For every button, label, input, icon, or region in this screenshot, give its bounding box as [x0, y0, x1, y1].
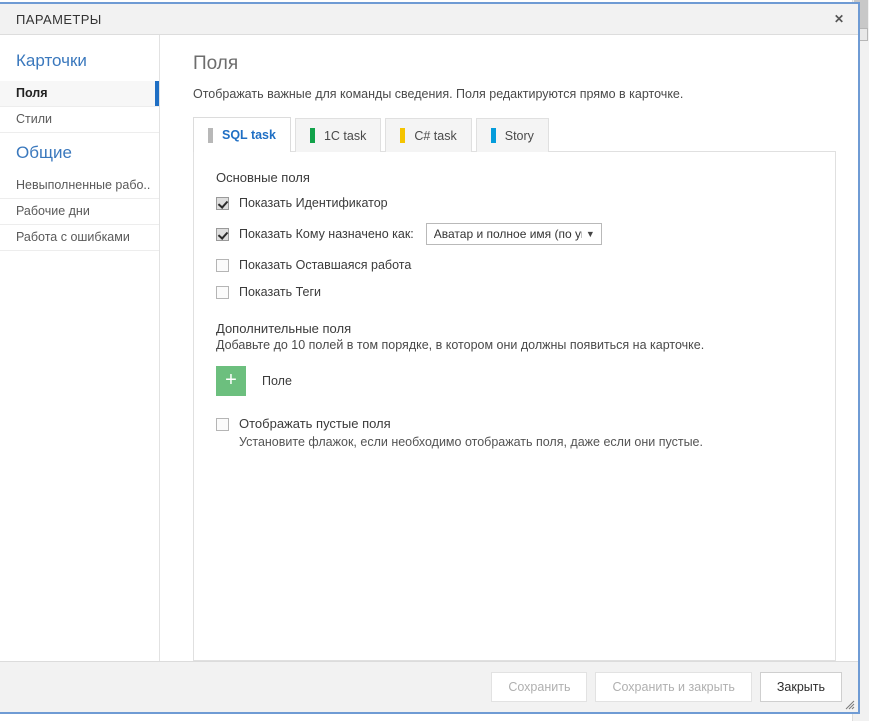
sidebar-item-label: Невыполненные рабо.. [16, 178, 151, 192]
checkbox-show-empty-fields[interactable] [216, 418, 229, 431]
close-button[interactable]: Закрыть [759, 672, 842, 702]
sidebar-item-backlog[interactable]: Невыполненные рабо.. [0, 173, 159, 199]
field-row-show-assigned-to: Показать Кому назначено как: Аватар и по… [216, 223, 815, 245]
save-and-close-button[interactable]: Сохранить и закрыть [595, 672, 752, 702]
sidebar-group-title-general: Общие [16, 143, 72, 162]
checkbox-description: Установите флажок, если необходимо отобр… [239, 435, 703, 449]
field-row-show-id: Показать Идентификатор [216, 196, 815, 210]
checkbox-label: Показать Идентификатор [239, 196, 388, 210]
sidebar-group-title-cards: Карточки [16, 51, 87, 70]
checkbox-show-tags[interactable] [216, 285, 229, 299]
checkbox-show-id[interactable] [216, 196, 229, 210]
sidebar-item-label: Рабочие дни [16, 204, 90, 218]
chevron-down-icon: ▼ [585, 229, 595, 239]
tab-label: 1C task [323, 128, 367, 143]
page-subtitle: Отображать важные для команды сведения. … [193, 87, 684, 101]
empty-fields-texts: Отображать пустые поля Установите флажок… [239, 416, 703, 449]
tab-color-chip [490, 128, 496, 143]
resize-grip-icon[interactable] [843, 698, 855, 710]
tab-color-chip [208, 127, 213, 143]
tab-panel-sql-task: Основные поля Показать Идентификатор Пок… [193, 151, 836, 661]
tab-label: Story [504, 128, 534, 143]
section-title-basic-fields: Основные поля [216, 170, 310, 185]
dialog-title: ПАРАМЕТРЫ [16, 11, 102, 27]
dialog-body: Карточки Поля Стили Общие Невыполненные … [0, 35, 858, 661]
sidebar-item-working-days[interactable]: Рабочие дни [0, 199, 159, 225]
section-desc-extra-fields: Добавьте до 10 полей в том порядке, в ко… [216, 338, 705, 352]
checkbox-show-assigned-to[interactable] [216, 227, 229, 241]
checkbox-label: Отображать пустые поля [239, 416, 391, 431]
sidebar-item-label: Стили [16, 112, 53, 126]
section-title-extra-fields: Дополнительные поля [216, 321, 352, 336]
field-row-show-empty-fields: Отображать пустые поля Установите флажок… [216, 416, 815, 449]
settings-sidebar: Карточки Поля Стили Общие Невыполненные … [0, 35, 160, 661]
tab-csharp-task[interactable]: C# task [385, 118, 472, 152]
field-row-show-tags: Показать Теги [216, 285, 815, 299]
plus-icon[interactable]: + [216, 366, 246, 396]
settings-dialog: ПАРАМЕТРЫ ✕ Карточки Поля Стили Общие Не… [0, 2, 860, 714]
add-field-button-label[interactable]: Поле [262, 374, 292, 388]
page-title: Поля [193, 53, 239, 74]
tab-label: C# task [414, 128, 457, 143]
field-row-show-remaining-work: Показать Оставшаяся работа [216, 258, 815, 272]
sidebar-item-label: Поля [16, 86, 48, 100]
settings-main: Поля Отображать важные для команды сведе… [160, 35, 858, 661]
add-field-row: + Поле [216, 366, 815, 396]
select-value: Аватар и полное имя (по умс [433, 227, 582, 241]
tab-color-chip [309, 128, 315, 143]
checkbox-label: Показать Оставшаяся работа [239, 258, 412, 272]
dialog-titlebar: ПАРАМЕТРЫ ✕ [0, 4, 858, 35]
close-icon[interactable]: ✕ [830, 11, 848, 29]
assigned-to-display-select[interactable]: Аватар и полное имя (по умс ▼ [425, 223, 602, 245]
tab-sql-task[interactable]: SQL task [193, 117, 291, 152]
sidebar-item-bugs[interactable]: Работа с ошибками [0, 225, 159, 251]
tab-1c-task[interactable]: 1C task [294, 118, 382, 152]
active-indicator [155, 81, 159, 106]
sidebar-item-fields[interactable]: Поля [0, 81, 159, 107]
work-item-type-tabs: SQL task 1C task C# task Story [193, 116, 836, 152]
sidebar-item-label: Работа с ошибками [16, 230, 130, 244]
checkbox-label: Показать Кому назначено как: [239, 227, 414, 241]
checkbox-label: Показать Теги [239, 285, 322, 299]
save-button[interactable]: Сохранить [491, 672, 588, 702]
checkbox-show-remaining-work[interactable] [216, 258, 229, 272]
dialog-footer: Сохранить Сохранить и закрыть Закрыть [0, 661, 858, 712]
tab-label: SQL task [222, 128, 276, 142]
tab-color-chip [400, 128, 406, 143]
tab-story[interactable]: Story [475, 118, 549, 152]
sidebar-item-styles[interactable]: Стили [0, 107, 159, 133]
